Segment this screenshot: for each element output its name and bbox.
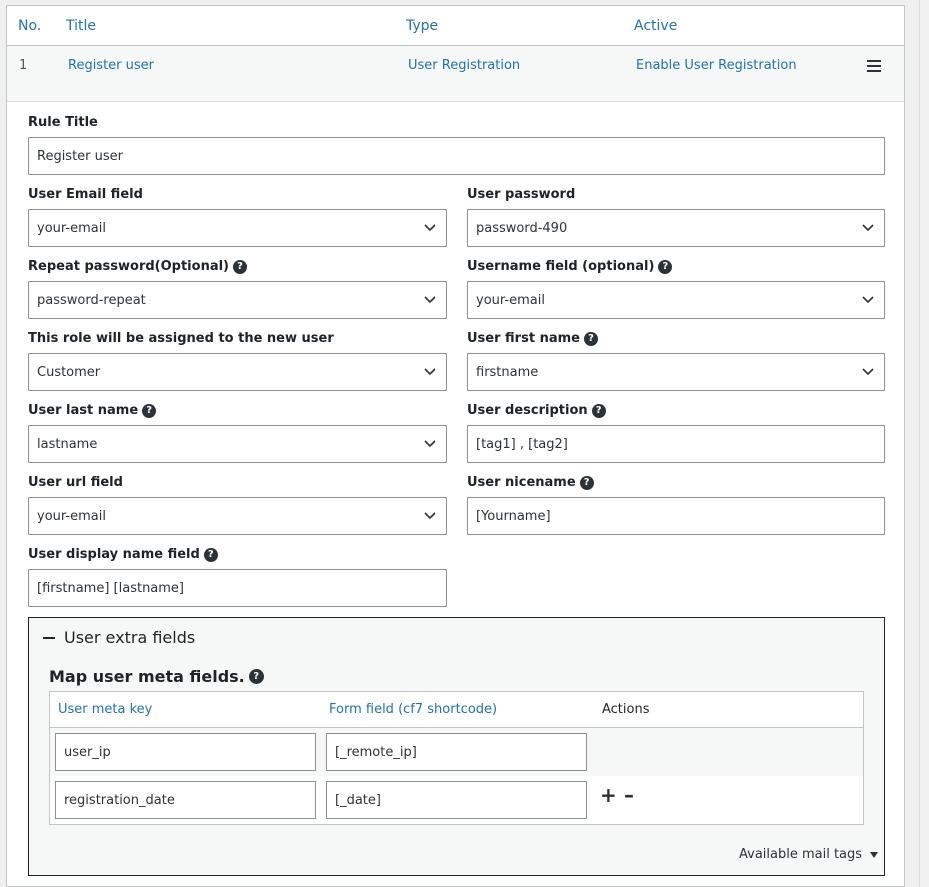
help-icon[interactable]: ? [584,332,598,346]
col-active[interactable]: Active [634,18,677,34]
url-select[interactable]: your-email [28,497,447,535]
username-label: Username field (optional)? [467,259,672,274]
display-name-input[interactable]: [firstname] [lastname] [28,569,447,607]
col-meta-key[interactable]: User meta key [58,702,152,717]
chevron-down-icon [424,367,436,377]
meta-table-header: User meta key Form field (cf7 shortcode)… [50,692,863,728]
url-label: User url field [28,475,123,490]
page-scrollbar[interactable] [919,0,929,887]
col-title[interactable]: Title [66,18,96,34]
chevron-down-icon [862,295,874,305]
rule-title-input[interactable]: Register user [28,137,885,175]
col-no: No. [18,18,41,34]
help-icon[interactable]: ? [658,260,672,274]
chevron-down-icon [424,295,436,305]
row-type[interactable]: User Registration [408,58,520,73]
meta-key-input[interactable]: user_ip [55,733,316,771]
remove-row-icon[interactable]: – [624,785,634,805]
available-mail-tags-toggle[interactable]: Available mail tags [739,847,878,862]
row-title[interactable]: Register user [68,58,154,73]
meta-fields-table: User meta key Form field (cf7 shortcode)… [49,691,864,825]
rule-title-label: Rule Title [28,115,98,130]
col-form-field[interactable]: Form field (cf7 shortcode) [329,702,497,717]
role-select[interactable]: Customer [28,353,447,391]
user-extra-fields-toggle[interactable]: User extra fields [43,628,195,647]
last-name-label: User last name? [28,403,156,418]
user-password-select[interactable]: password-490 [467,209,885,247]
display-name-label: User display name field? [28,547,218,562]
add-row-icon[interactable]: + [600,785,617,805]
help-icon[interactable]: ? [249,669,264,684]
last-name-select[interactable]: lastname [28,425,447,463]
first-name-label: User first name? [467,331,598,346]
help-icon[interactable]: ? [233,260,247,274]
role-label: This role will be assigned to the new us… [28,331,334,346]
user-email-select[interactable]: your-email [28,209,447,247]
rules-table-row[interactable]: 1 Register user User Registration Enable… [7,46,904,102]
repeat-password-select[interactable]: password-repeat [28,281,447,319]
chevron-down-icon [424,223,436,233]
nicename-input[interactable]: [Yourname] [467,497,885,535]
meta-key-input[interactable]: registration_date [55,781,316,819]
meta-row: user_ip [_remote_ip] [50,728,863,776]
rules-panel: No. Title Type Active 1 Register user Us… [6,5,905,887]
nicename-label: User nicename? [467,475,594,490]
description-input[interactable]: [tag1] , [tag2] [467,425,885,463]
chevron-down-icon [424,439,436,449]
meta-row: registration_date [_date] + – [50,776,863,824]
hamburger-menu-icon[interactable] [867,60,881,72]
help-icon[interactable]: ? [592,404,606,418]
col-actions: Actions [602,702,650,717]
minus-icon [43,637,55,639]
form-field-input[interactable]: [_remote_ip] [326,733,587,771]
user-extra-fields-box: User extra fields Map user meta fields.?… [28,617,885,876]
help-icon[interactable]: ? [580,476,594,490]
help-icon[interactable]: ? [142,404,156,418]
map-meta-title: Map user meta fields.? [49,667,264,686]
username-select[interactable]: your-email [467,281,885,319]
row-active[interactable]: Enable User Registration [636,58,797,73]
triangle-down-icon [870,852,878,858]
chevron-down-icon [424,511,436,521]
rules-table-header: No. Title Type Active [7,6,904,46]
form-field-input[interactable]: [_date] [326,781,587,819]
chevron-down-icon [862,223,874,233]
row-no: 1 [19,58,27,73]
user-password-label: User password [467,187,575,202]
col-type[interactable]: Type [406,18,438,34]
chevron-down-icon [862,367,874,377]
description-label: User description? [467,403,606,418]
user-email-label: User Email field [28,187,143,202]
help-icon[interactable]: ? [204,548,218,562]
first-name-select[interactable]: firstname [467,353,885,391]
repeat-password-label: Repeat password(Optional)? [28,259,247,274]
